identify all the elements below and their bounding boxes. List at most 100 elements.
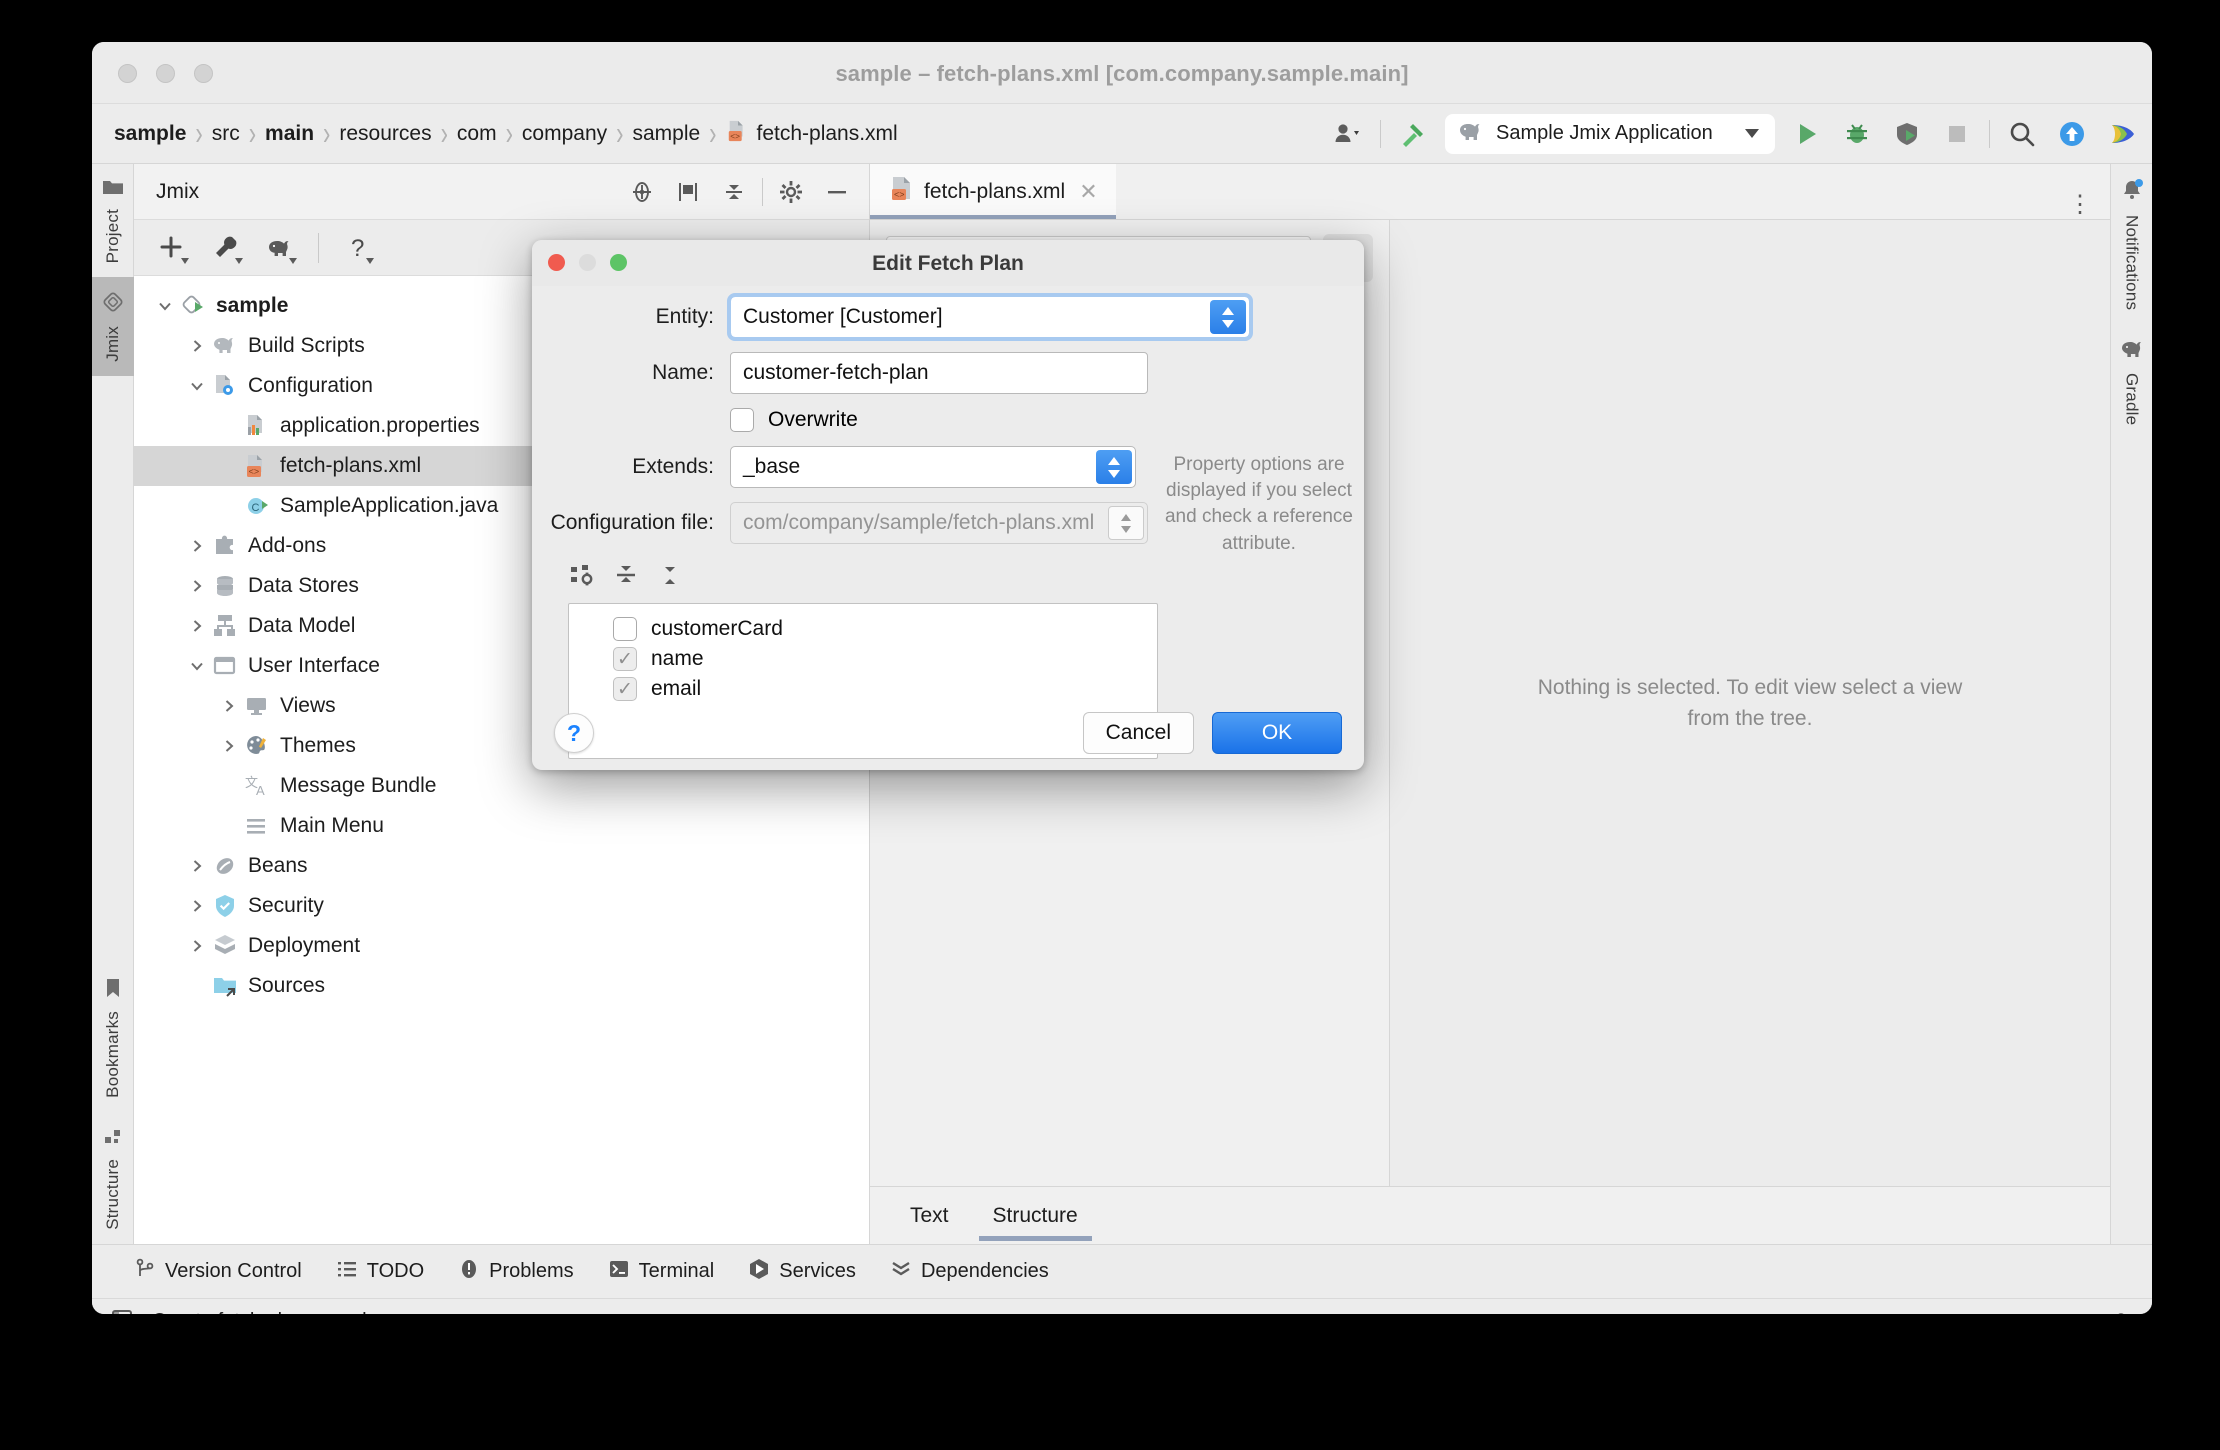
close-icon[interactable]: ✕ — [1079, 179, 1097, 205]
chevron-right-icon[interactable] — [184, 618, 210, 634]
ai-assistant-button[interactable] — [2104, 116, 2140, 152]
status-tool-services[interactable]: Services — [748, 1258, 856, 1286]
properties-gear-icon[interactable] — [568, 562, 596, 595]
update-project-button[interactable] — [2054, 116, 2090, 152]
entity-row: Entity: Customer [Customer] — [550, 293, 1342, 341]
tree-row[interactable]: Beans — [134, 846, 869, 886]
vertical-dots-icon[interactable]: ⋮ — [2050, 190, 2110, 219]
tree-item-label: Data Model — [248, 614, 356, 637]
lock-icon[interactable] — [2110, 1310, 2132, 1314]
gradle-elephant-icon[interactable] — [260, 228, 300, 268]
breadcrumb-item-company[interactable]: company — [522, 122, 607, 146]
rail-label-structure: Structure — [102, 1159, 122, 1230]
run-configuration-label: Sample Jmix Application — [1496, 122, 1713, 144]
run-coverage-button[interactable] — [1889, 116, 1925, 152]
flag-icon[interactable] — [670, 174, 706, 210]
chevron-down-icon[interactable] — [152, 298, 178, 314]
overwrite-checkbox-box[interactable] — [730, 408, 754, 432]
stop-button[interactable] — [1939, 116, 1975, 152]
tree-row[interactable]: 文 A Message Bundle — [134, 766, 869, 806]
chevron-right-icon[interactable] — [216, 738, 242, 754]
tree-row[interactable]: Main Menu — [134, 806, 869, 846]
status-tool-problems[interactable]: Problems — [458, 1258, 574, 1286]
name-row: Name: customer-fetch-plan — [550, 352, 1342, 394]
chevron-down-icon[interactable] — [184, 378, 210, 394]
wrench-icon[interactable] — [206, 228, 246, 268]
extends-combobox[interactable]: _base — [730, 446, 1136, 488]
chevron-down-icon[interactable] — [1745, 129, 1759, 138]
collapse-all-icon[interactable] — [716, 174, 752, 210]
status-tool-dependencies[interactable]: Dependencies — [890, 1258, 1049, 1286]
editor-tab-fetch-plans[interactable]: <> fetch-plans.xml ✕ — [870, 164, 1116, 219]
search-everywhere-button[interactable] — [2004, 116, 2040, 152]
attribute-checkbox[interactable] — [613, 617, 637, 641]
locate-icon[interactable] — [624, 174, 660, 210]
breadcrumb-separator: › — [616, 114, 624, 152]
combobox-stepper-icon[interactable] — [1096, 450, 1132, 484]
attribute-row[interactable]: ✓ name — [569, 644, 1157, 674]
status-tool-todo[interactable]: TODO — [336, 1258, 424, 1286]
tab-text[interactable]: Text — [906, 1187, 953, 1245]
plus-icon[interactable] — [152, 228, 192, 268]
minus-icon[interactable] — [819, 174, 855, 210]
question-icon[interactable]: ? — [337, 228, 377, 268]
monitor-icon — [242, 693, 272, 719]
chevron-right-icon[interactable] — [184, 338, 210, 354]
widget-icon[interactable] — [110, 1307, 134, 1314]
sidebar-item-bookmarks[interactable]: Bookmarks — [92, 964, 134, 1112]
chevron-right-icon[interactable] — [184, 578, 210, 594]
breadcrumb-item-src[interactable]: src — [212, 122, 240, 146]
attribute-row[interactable]: customerCard — [569, 614, 1157, 644]
user-icon[interactable] — [1330, 116, 1366, 152]
sidebar-item-gradle[interactable]: Gradle — [2111, 324, 2153, 439]
chevron-right-icon[interactable] — [184, 898, 210, 914]
tree-row[interactable]: Security — [134, 886, 869, 926]
breadcrumb-separator: › — [440, 114, 448, 152]
help-button[interactable]: ? — [554, 713, 594, 753]
chevron-right-icon[interactable] — [216, 698, 242, 714]
breadcrumb-separator: › — [709, 114, 717, 152]
status-tool-terminal[interactable]: Terminal — [608, 1258, 714, 1286]
chevron-down-icon — [366, 257, 374, 264]
right-tool-rail: Notifications Gradle — [2110, 164, 2152, 1244]
package-icon — [210, 933, 240, 959]
status-tool-label: Services — [779, 1260, 856, 1282]
breadcrumb-item-com[interactable]: com — [457, 122, 497, 146]
hammer-icon[interactable] — [1395, 116, 1431, 152]
breadcrumb-item-sample[interactable]: sample — [632, 122, 700, 146]
breadcrumb-item-fetch-plans-xml[interactable]: <> fetch-plans.xml — [726, 119, 898, 149]
ok-button[interactable]: OK — [1212, 712, 1342, 754]
chevron-down-icon — [235, 257, 243, 264]
combobox-stepper-icon[interactable] — [1210, 300, 1246, 334]
sidebar-item-project[interactable]: Project — [92, 164, 134, 277]
cancel-button[interactable]: Cancel — [1082, 712, 1194, 754]
terminal-icon — [608, 1258, 630, 1286]
puzzle-icon — [210, 533, 240, 559]
breadcrumb-item-sample[interactable]: sample — [114, 122, 186, 146]
collapse-all-icon[interactable] — [656, 562, 684, 595]
sidebar-item-structure[interactable]: Structure — [92, 1112, 134, 1244]
attribute-checkbox[interactable]: ✓ — [613, 647, 637, 671]
chevron-right-icon[interactable] — [184, 538, 210, 554]
expand-all-icon[interactable] — [612, 562, 640, 595]
debug-button[interactable] — [1839, 116, 1875, 152]
entity-combobox[interactable]: Customer [Customer] — [727, 293, 1253, 341]
sidebar-item-jmix[interactable]: Jmix — [92, 277, 134, 377]
run-button[interactable] — [1789, 116, 1825, 152]
overwrite-checkbox[interactable]: Overwrite — [730, 408, 858, 432]
sidebar-item-notifications[interactable]: Notifications — [2111, 164, 2153, 324]
tab-structure[interactable]: Structure — [978, 1187, 1092, 1245]
chevron-down-icon[interactable] — [184, 658, 210, 674]
gear-icon[interactable] — [773, 174, 809, 210]
tree-row[interactable]: Deployment — [134, 926, 869, 966]
tree-row[interactable]: Sources — [134, 966, 869, 1006]
breadcrumb-item-main[interactable]: main — [265, 122, 314, 146]
run-configuration-selector[interactable]: Sample Jmix Application — [1445, 113, 1775, 154]
name-input[interactable]: customer-fetch-plan — [730, 352, 1148, 394]
shield-icon — [210, 893, 240, 919]
status-tool-version-control[interactable]: Version Control — [134, 1258, 302, 1286]
attribute-label: customerCard — [651, 617, 783, 640]
chevron-right-icon[interactable] — [184, 938, 210, 954]
chevron-right-icon[interactable] — [184, 858, 210, 874]
breadcrumb-item-resources[interactable]: resources — [339, 122, 431, 146]
